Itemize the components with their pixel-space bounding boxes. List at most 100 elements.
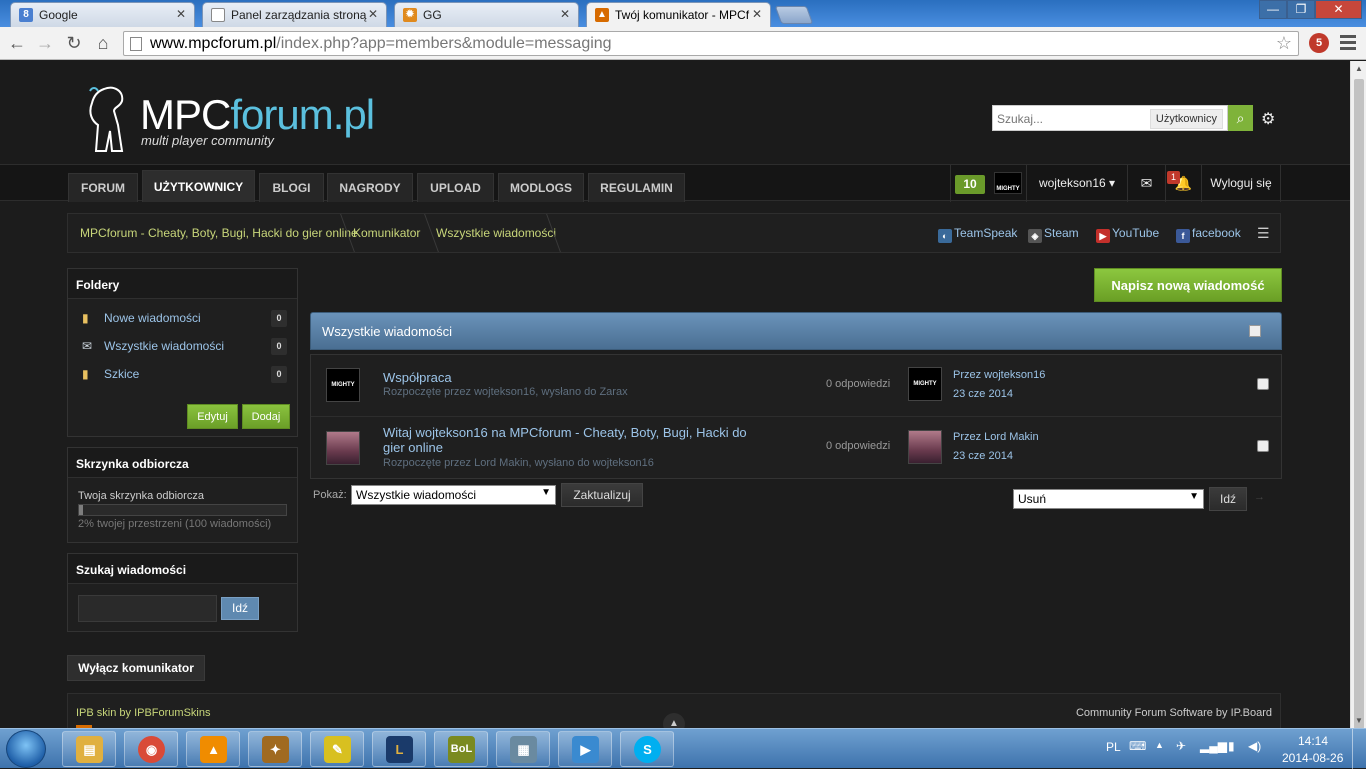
avatar[interactable]: MIGHTY bbox=[994, 172, 1022, 194]
tab-modlogs[interactable]: Modlogs bbox=[498, 173, 584, 202]
tab-rewards[interactable]: Nagrody bbox=[327, 173, 413, 202]
close-icon[interactable]: ✕ bbox=[176, 7, 186, 21]
close-icon[interactable]: ✕ bbox=[752, 7, 762, 21]
folder-drafts[interactable]: ▮ Szkice 0 bbox=[82, 364, 287, 384]
tab-users[interactable]: Użytkownicy bbox=[142, 170, 255, 202]
steam-link[interactable]: ◈ Steam bbox=[1028, 214, 1079, 252]
last-poster[interactable]: Przez Lord Makin bbox=[953, 431, 1039, 443]
disable-messenger-button[interactable]: Wyłącz komunikator bbox=[67, 655, 205, 681]
scroll-down-arrow-icon[interactable]: ▼ bbox=[1354, 716, 1364, 725]
language-indicator[interactable]: PL bbox=[1106, 740, 1121, 754]
message-search-button[interactable]: Idź bbox=[221, 597, 259, 620]
message-row[interactable]: Witaj wojtekson16 na MPCforum - Cheaty, … bbox=[311, 417, 1281, 479]
last-post-date[interactable]: 23 cze 2014 bbox=[953, 450, 1013, 462]
taskbar-chrome[interactable]: ◉ bbox=[124, 731, 178, 767]
compose-message-button[interactable]: Napisz nową wiadomość bbox=[1094, 268, 1282, 302]
search-scope-select[interactable]: Użytkownicy bbox=[1149, 109, 1223, 129]
taskbar-skype[interactable]: S bbox=[620, 731, 674, 767]
site-logo[interactable]: MPCforum.pl bbox=[140, 91, 375, 139]
taskbar-explorer[interactable]: ▤ bbox=[62, 731, 116, 767]
taskbar-league[interactable]: L bbox=[372, 731, 426, 767]
new-tab-button[interactable] bbox=[774, 6, 814, 24]
minimize-button[interactable]: — bbox=[1259, 0, 1287, 19]
reload-icon[interactable]: ↻ bbox=[63, 32, 85, 54]
search-button[interactable]: ⌕ bbox=[1228, 105, 1253, 131]
folder-all[interactable]: ✉ Wszystkie wiadomości 0 bbox=[82, 336, 287, 356]
reputation-badge[interactable]: 10 bbox=[955, 175, 985, 194]
extension-stop-icon[interactable]: 5 bbox=[1309, 33, 1329, 53]
browser-tab-panel[interactable]: Panel zarządzania stroną ✕ bbox=[202, 2, 387, 27]
tab-upload[interactable]: Upload bbox=[417, 173, 494, 202]
tab-blogs[interactable]: Blogi bbox=[259, 173, 324, 202]
last-post-date[interactable]: 23 cze 2014 bbox=[953, 388, 1013, 400]
taskbar-avast[interactable]: ▲ bbox=[186, 731, 240, 767]
message-checkbox[interactable] bbox=[1257, 378, 1269, 390]
search-input[interactable] bbox=[997, 110, 1147, 128]
tab-rules[interactable]: Regulamin bbox=[588, 173, 685, 202]
update-button[interactable]: Zaktualizuj bbox=[561, 483, 643, 507]
maximize-button[interactable]: ❐ bbox=[1287, 0, 1315, 19]
back-arrow-icon[interactable]: ← bbox=[6, 32, 28, 54]
scrollbar-thumb[interactable] bbox=[1354, 79, 1364, 729]
close-icon[interactable]: ✕ bbox=[560, 7, 570, 21]
tab-forum[interactable]: Forum bbox=[68, 173, 138, 202]
edit-folders-button[interactable]: Edytuj bbox=[187, 404, 238, 429]
chrome-menu-icon[interactable] bbox=[1340, 35, 1356, 53]
clock-time[interactable]: 14:14 bbox=[1298, 734, 1328, 748]
forward-arrow-icon[interactable]: → bbox=[34, 32, 56, 54]
tray-expand-icon[interactable]: ▲ bbox=[1155, 740, 1164, 750]
volume-icon[interactable]: ◀) bbox=[1248, 739, 1261, 753]
breadcrumb-home[interactable]: MPCforum - Cheaty, Boty, Bugi, Hacki do … bbox=[80, 214, 358, 252]
show-filter-select[interactable]: Wszystkie wiadomości ▼ bbox=[351, 485, 556, 505]
bookmark-star-icon[interactable]: ☆ bbox=[1276, 33, 1292, 54]
message-title-link[interactable]: Współpraca bbox=[383, 370, 452, 385]
message-search-input[interactable] bbox=[78, 595, 217, 622]
bulk-action-select[interactable]: Usuń ▼ bbox=[1013, 489, 1204, 509]
page-scrollbar[interactable]: ▲ ▼ bbox=[1350, 61, 1366, 729]
add-folder-button[interactable]: Dodaj bbox=[242, 404, 290, 429]
message-title-link[interactable]: Witaj wojtekson16 na MPCforum - Cheaty, … bbox=[383, 425, 747, 455]
taskbar-bol[interactable]: BoL bbox=[434, 731, 488, 767]
close-icon[interactable]: ✕ bbox=[368, 7, 378, 21]
breadcrumb-messenger[interactable]: Komunikator bbox=[353, 214, 420, 252]
browser-tab-google[interactable]: 8 Google ✕ bbox=[10, 2, 195, 27]
avatar[interactable]: MIGHTY bbox=[326, 368, 360, 402]
scroll-up-arrow-icon[interactable]: ▲ bbox=[1354, 64, 1364, 73]
keyboard-icon[interactable]: ⌨ bbox=[1129, 739, 1146, 753]
tray-app-icon[interactable]: ✈ bbox=[1176, 739, 1186, 753]
browser-tab-active[interactable]: ▲ Twój komunikator - MPCf ✕ bbox=[586, 2, 771, 27]
youtube-link[interactable]: ▶ YouTube bbox=[1096, 214, 1159, 252]
mpc-logo-figure-icon[interactable] bbox=[84, 85, 134, 153]
select-all-checkbox[interactable] bbox=[1249, 325, 1261, 337]
skin-credit-link[interactable]: IPB skin by IPBForumSkins bbox=[76, 707, 211, 719]
scroll-to-top-icon[interactable]: ▲ bbox=[663, 713, 685, 728]
message-row[interactable]: MIGHTY Współpraca Rozpoczęte przez wojte… bbox=[311, 355, 1281, 417]
browser-tab-gg[interactable]: ✹ GG ✕ bbox=[394, 2, 579, 27]
message-checkbox[interactable] bbox=[1257, 440, 1269, 452]
address-bar[interactable]: www.mpcforum.pl/index.php?app=members&mo… bbox=[123, 31, 1299, 56]
facebook-link[interactable]: f facebook bbox=[1176, 214, 1241, 252]
logout-link[interactable]: Wyloguj się bbox=[1201, 165, 1281, 202]
clock-date[interactable]: 2014-08-26 bbox=[1282, 751, 1343, 765]
taskbar-hearthstone[interactable]: ✦ bbox=[248, 731, 302, 767]
messages-envelope-icon[interactable]: ✉ bbox=[1127, 165, 1165, 202]
network-signal-icon[interactable]: ▂▄▆ bbox=[1200, 739, 1227, 753]
taskbar-media-player[interactable]: ▶ bbox=[558, 731, 612, 767]
taskbar-calculator[interactable]: ▦ bbox=[496, 731, 550, 767]
show-desktop-button[interactable] bbox=[1352, 729, 1366, 769]
battery-icon[interactable]: ▮ bbox=[1228, 739, 1235, 753]
folder-new[interactable]: ▮ Nowe wiadomości 0 bbox=[82, 308, 287, 328]
gear-icon[interactable]: ⚙ bbox=[1261, 109, 1275, 129]
last-poster[interactable]: Przez wojtekson16 bbox=[953, 369, 1045, 381]
avatar[interactable] bbox=[908, 430, 942, 464]
user-menu[interactable]: wojtekson16 ▾ bbox=[1026, 165, 1127, 202]
list-view-icon[interactable]: ☰ bbox=[1257, 214, 1270, 252]
avatar[interactable]: MIGHTY bbox=[908, 367, 942, 401]
start-button[interactable] bbox=[6, 730, 46, 768]
home-icon[interactable]: ⌂ bbox=[92, 32, 114, 54]
taskbar-idea[interactable]: ✎ bbox=[310, 731, 364, 767]
bulk-action-go-button[interactable]: Idź bbox=[1209, 487, 1247, 511]
avatar[interactable] bbox=[326, 431, 360, 465]
teamspeak-link[interactable]: ◐ TeamSpeak bbox=[938, 214, 1017, 252]
software-credit-link[interactable]: Community Forum Software by IP.Board bbox=[1076, 707, 1272, 719]
